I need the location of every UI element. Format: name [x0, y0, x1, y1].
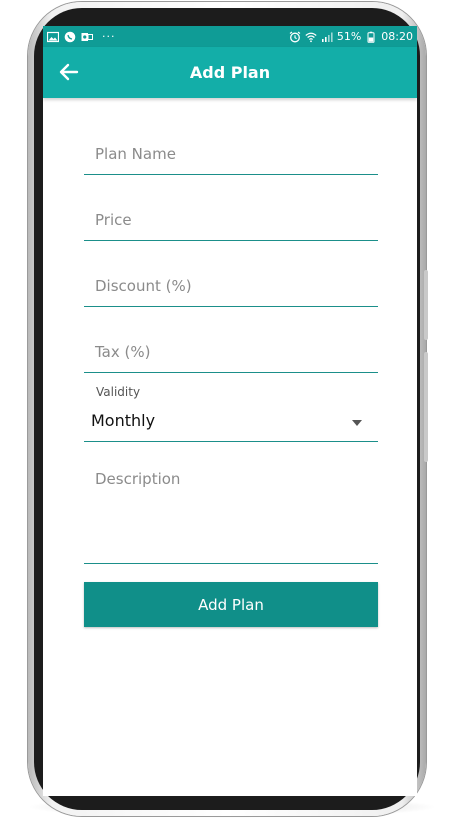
status-time: 08:20 — [381, 30, 413, 43]
side-button — [424, 352, 428, 462]
validity-selected-value: Monthly — [91, 411, 156, 430]
wifi-icon — [305, 31, 317, 43]
status-bar-left: ··· — [47, 30, 116, 43]
plan-name-input[interactable]: Plan Name — [84, 126, 378, 175]
battery-percent: 51% — [336, 30, 362, 43]
validity-label: Validity — [96, 385, 141, 399]
side-button — [424, 270, 428, 340]
more-notifications-icon: ··· — [102, 30, 116, 43]
outlook-icon — [81, 31, 93, 43]
tax-placeholder: Tax (%) — [95, 343, 151, 361]
price-placeholder: Price — [95, 211, 132, 229]
battery-icon — [365, 31, 377, 43]
whatsapp-icon — [64, 31, 76, 43]
status-bar-right: 51% 08:20 — [289, 30, 413, 43]
dropdown-arrow-icon[interactable] — [352, 420, 362, 426]
signal-icon — [321, 31, 333, 43]
status-bar: ··· 51% 08:20 — [43, 26, 417, 47]
app-bar: Add Plan — [43, 47, 417, 98]
gallery-icon — [47, 31, 59, 43]
price-input[interactable]: Price — [84, 192, 378, 241]
phone-screen: ··· 51% 08:20 Add Plan Plan Name Price D… — [43, 26, 417, 796]
discount-input[interactable]: Discount (%) — [84, 258, 378, 307]
page-title: Add Plan — [189, 63, 271, 82]
description-input[interactable]: Description — [84, 458, 378, 564]
discount-placeholder: Discount (%) — [95, 277, 192, 295]
description-placeholder: Description — [95, 470, 181, 488]
plan-name-placeholder: Plan Name — [95, 145, 176, 163]
alarm-icon — [289, 31, 301, 43]
tax-input[interactable]: Tax (%) — [84, 324, 378, 373]
validity-dropdown[interactable]: Validity Monthly — [84, 380, 378, 442]
add-plan-button[interactable]: Add Plan — [84, 582, 378, 627]
